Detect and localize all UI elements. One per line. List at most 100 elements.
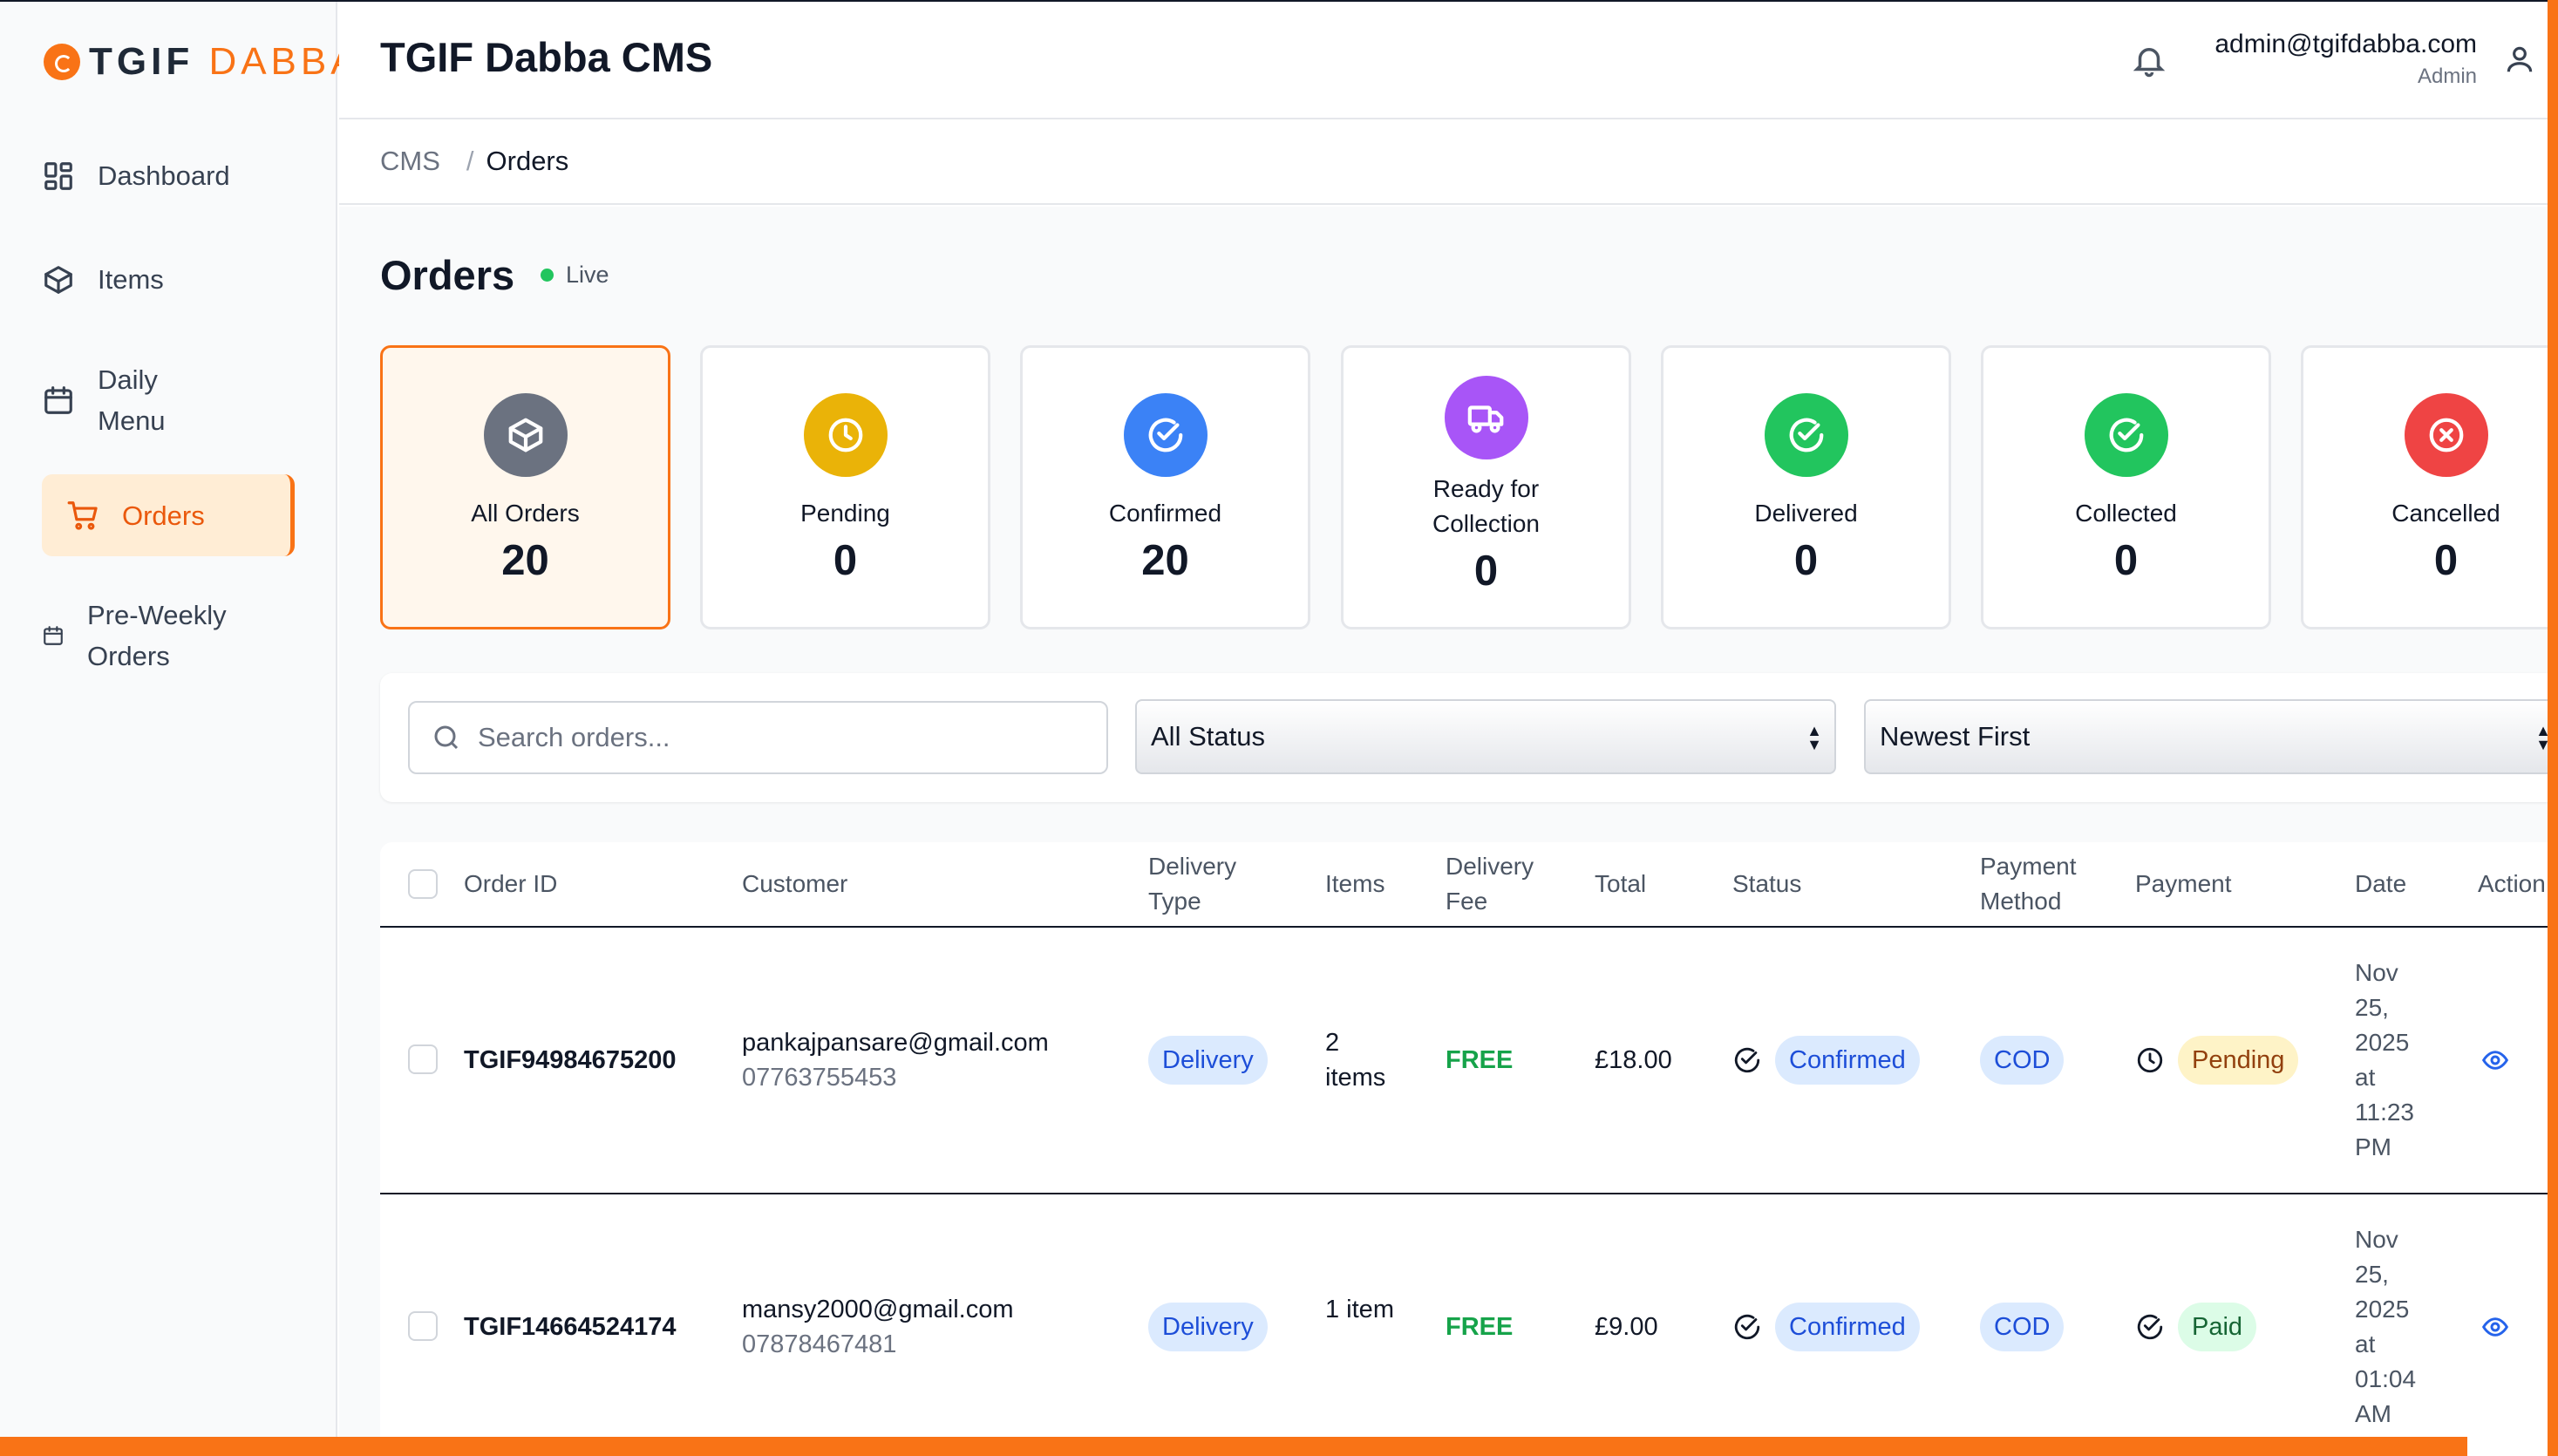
column-header-total[interactable]: Total <box>1595 842 1646 926</box>
user-profile-icon[interactable] <box>2503 40 2536 78</box>
logo-text-main: TGIF <box>89 40 194 83</box>
customer-email: mansy2000@gmail.com <box>742 1296 1014 1323</box>
breadcrumb-separator: / <box>466 146 474 176</box>
order-date: Nov 25, 2025 at 11:23 PM <box>2355 959 2414 1160</box>
view-eye-icon[interactable] <box>2481 1046 2509 1074</box>
box-icon <box>44 265 72 294</box>
stat-value: 20 <box>501 537 549 584</box>
order-status-badge: Confirmed <box>1775 1303 1920 1351</box>
stat-value: 0 <box>833 537 858 584</box>
calendar-icon <box>44 386 72 414</box>
breadcrumb: CMS / Orders <box>339 119 2558 205</box>
stat-label: Ready for Collection <box>1432 475 1540 537</box>
check-circle-icon <box>1732 1312 1762 1342</box>
item-count: 2 items <box>1325 1029 1386 1092</box>
sidebar-item-pre-weekly-orders[interactable]: Pre-Weekly Orders <box>42 595 269 677</box>
delivery-type-badge: Delivery <box>1148 1036 1268 1085</box>
stat-label: Delivered <box>1754 500 1858 527</box>
user-email: admin@tgifdabba.com <box>2214 30 2477 58</box>
breadcrumb-current: Orders <box>486 146 569 176</box>
sidebar-item-dashboard[interactable]: Dashboard <box>42 155 295 196</box>
filter-bar: All Status ▲▼ Newest First ▲▼ <box>380 673 2558 802</box>
column-header-payment-method[interactable]: Payment Method <box>1980 842 2093 926</box>
search-field[interactable] <box>408 701 1108 774</box>
column-header-date[interactable]: Date <box>2355 842 2406 926</box>
column-header-status[interactable]: Status <box>1732 842 1801 926</box>
status-filter-select[interactable]: All Status ▲ ▼ <box>1135 699 1836 774</box>
order-total: £9.00 <box>1595 1313 1658 1341</box>
stat-card-ready-for-collection[interactable]: Ready for Collection 0 <box>1341 345 1631 629</box>
stat-label: Cancelled <box>2391 500 2500 527</box>
sort-select[interactable]: Newest First ▲ ▼ <box>1864 699 2558 774</box>
stat-card-collected[interactable]: Collected 0 <box>1981 345 2271 629</box>
top-header: TGIF Dabba CMS admin@tgifdabba.com Admin <box>339 2 2558 119</box>
sidebar-item-label: Daily Menu <box>98 364 166 436</box>
stat-card-pending[interactable]: Pending 0 <box>700 345 990 629</box>
breadcrumb-root-link[interactable]: CMS <box>380 146 440 177</box>
column-header-customer[interactable]: Customer <box>742 842 847 926</box>
column-header-delivery-fee[interactable]: Delivery Fee <box>1446 842 1550 926</box>
order-total: £18.00 <box>1595 1046 1672 1074</box>
stat-value: 20 <box>1141 537 1189 584</box>
x-circle-icon <box>2404 393 2488 477</box>
sidebar-item-label: Orders <box>122 500 205 531</box>
user-role: Admin <box>2417 65 2477 88</box>
payment-method-badge: COD <box>1980 1303 2065 1351</box>
stat-card-delivered[interactable]: Delivered 0 <box>1661 345 1951 629</box>
check-circle-icon <box>1764 393 1848 477</box>
live-dot-icon <box>541 269 554 282</box>
stat-label: Confirmed <box>1108 500 1222 527</box>
orders-table: Order ID Customer Delivery Type Items De… <box>380 842 2558 1456</box>
sidebar-item-daily-menu[interactable]: Daily Menu <box>42 359 216 441</box>
stat-label: Pending <box>800 500 890 527</box>
live-indicator: Live <box>541 262 609 289</box>
select-all-checkbox[interactable] <box>408 869 438 899</box>
customer-phone: 07763755453 <box>742 1064 897 1092</box>
sidebar: TGIF DABBA Dashboard Items Daily Menu Or… <box>0 2 357 1456</box>
notification-bell-icon[interactable] <box>2131 40 2167 80</box>
column-header-delivery-type[interactable]: Delivery Type <box>1148 842 1253 926</box>
column-header-items[interactable]: Items <box>1325 842 1384 926</box>
clock-icon <box>2135 1045 2165 1075</box>
row-checkbox[interactable] <box>408 1044 438 1074</box>
cart-icon <box>67 501 98 530</box>
logo-text-accent: DABBA <box>208 40 361 83</box>
stat-label: Collected <box>2075 500 2177 527</box>
sort-value: Newest First <box>1880 721 2031 752</box>
vertical-scrollbar[interactable] <box>2548 0 2558 1456</box>
stat-value: 0 <box>1793 537 1819 584</box>
brand-logo[interactable]: TGIF DABBA <box>44 40 361 84</box>
truck-icon <box>1444 376 1528 459</box>
calendar-small-icon <box>44 626 63 645</box>
table-header-divider <box>380 926 2558 928</box>
order-id: TGIF94984675200 <box>464 1046 677 1074</box>
column-header-payment[interactable]: Payment <box>2135 842 2232 926</box>
check-circle-icon <box>1123 393 1208 477</box>
live-label: Live <box>566 262 609 288</box>
view-eye-icon[interactable] <box>2481 1313 2509 1341</box>
stat-card-cancelled[interactable]: Cancelled 0 <box>2301 345 2558 629</box>
column-header-action[interactable]: Action <box>2478 842 2546 926</box>
stat-value: 0 <box>2113 537 2139 584</box>
sidebar-item-orders[interactable]: Orders <box>42 474 295 556</box>
stat-card-confirmed[interactable]: Confirmed 20 <box>1020 345 1310 629</box>
row-checkbox[interactable] <box>408 1311 438 1341</box>
stat-value: 0 <box>2433 537 2459 584</box>
stat-card-all-orders[interactable]: All Orders 20 <box>380 345 670 629</box>
check-circle-icon <box>1732 1045 1762 1075</box>
sidebar-item-label: Items <box>98 264 164 295</box>
customer-email: pankajpansare@gmail.com <box>742 1029 1049 1057</box>
horizontal-scrollbar[interactable] <box>0 1437 2467 1456</box>
order-id: TGIF14664524174 <box>464 1313 677 1341</box>
sidebar-item-items[interactable]: Items <box>42 259 295 300</box>
logo-icon <box>44 44 80 80</box>
clock-icon <box>803 393 888 477</box>
search-input[interactable] <box>478 722 1088 753</box>
select-arrows-icon: ▲ ▼ <box>1806 722 1822 753</box>
payment-method-badge: COD <box>1980 1036 2065 1085</box>
item-count: 1 item <box>1325 1296 1394 1323</box>
payment-status-badge: Pending <box>2178 1036 2299 1085</box>
order-date: Nov 25, 2025 at 01:04 AM <box>2355 1226 2417 1427</box>
column-header-order-id[interactable]: Order ID <box>464 842 557 926</box>
customer-phone: 07878467481 <box>742 1330 897 1358</box>
